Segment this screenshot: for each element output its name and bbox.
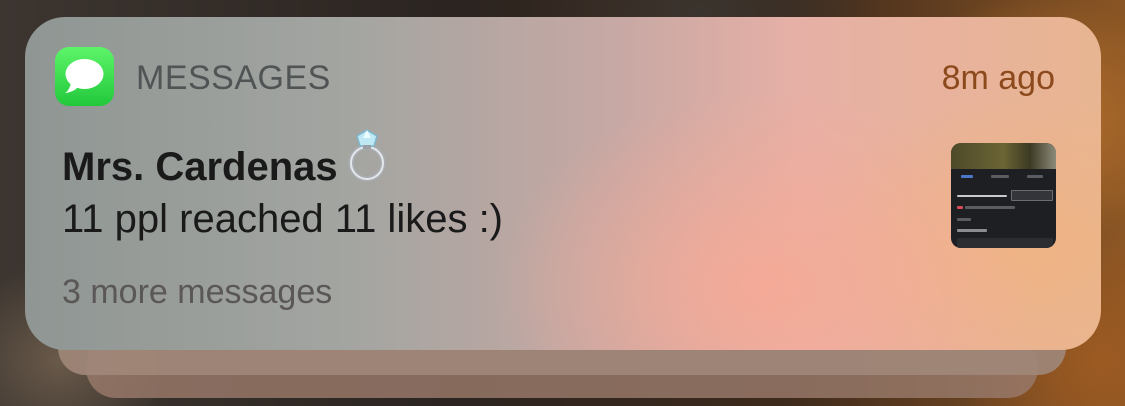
sender-name: Mrs. Cardenas [62, 144, 338, 189]
more-messages-label[interactable]: 3 more messages [62, 273, 332, 312]
thumbnail-detail [991, 175, 1009, 178]
messages-app-icon [55, 47, 114, 106]
thumbnail-detail [961, 175, 973, 178]
thumbnail-detail [957, 218, 971, 221]
ring-icon [340, 126, 398, 194]
thumbnail-detail [1011, 190, 1053, 201]
thumbnail-detail [1027, 175, 1043, 178]
thumbnail-detail [957, 206, 963, 209]
sender-name-row: Mrs. Cardenas [62, 129, 398, 194]
thumbnail-detail [965, 206, 1015, 209]
thumbnail-photo [951, 143, 1056, 169]
app-name: MESSAGES [136, 59, 331, 97]
message-body: 11 ppl reached 11 likes :) [62, 197, 503, 241]
notification-time: 8m ago [941, 59, 1055, 97]
image-thumbnail[interactable] [951, 143, 1056, 248]
thumbnail-detail [957, 195, 1007, 197]
notification-card[interactable]: MESSAGES 8m ago Mrs. Cardenas 11 ppl rea… [25, 17, 1101, 350]
thumbnail-detail [957, 238, 1053, 248]
thumbnail-detail [957, 229, 987, 232]
